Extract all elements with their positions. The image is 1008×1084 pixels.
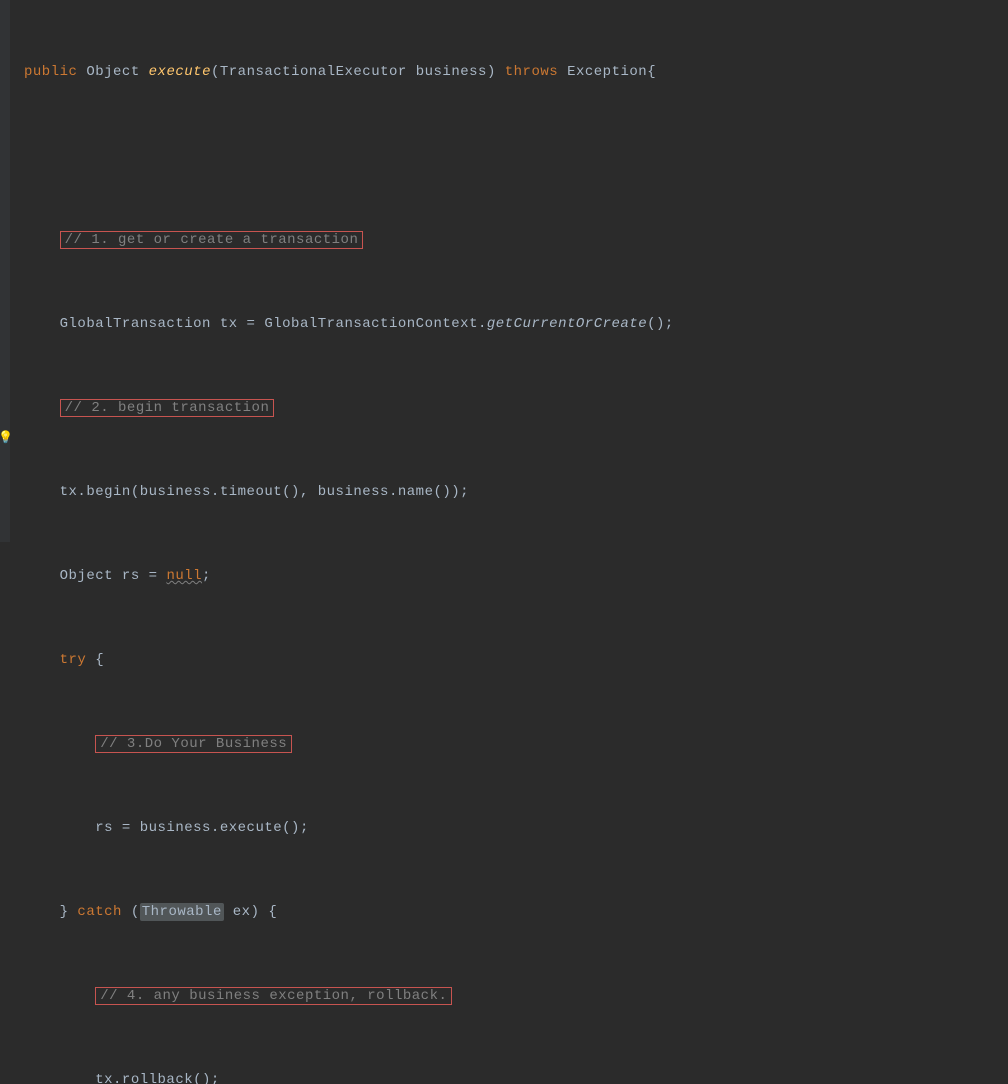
- code-text: rs = business.execute();: [95, 820, 309, 836]
- method-name: execute: [149, 64, 211, 80]
- code-text: ;: [202, 568, 211, 584]
- code-text: ex) {: [224, 904, 277, 920]
- keyword-try: try: [60, 652, 87, 668]
- keyword-null: null: [166, 568, 202, 584]
- code-line: public Object execute(TransactionalExecu…: [24, 58, 1008, 86]
- type-throwable-highlighted: Throwable: [140, 903, 224, 921]
- code-text: }: [60, 904, 78, 920]
- code-line: // 3.Do Your Business: [24, 730, 1008, 758]
- code-line: tx.begin(business.timeout(), business.na…: [24, 478, 1008, 506]
- type-object: Object: [86, 64, 139, 80]
- code-line: rs = business.execute();: [24, 814, 1008, 842]
- code-editor[interactable]: public Object execute ( TransactionalExecu…: [0, 0, 1008, 1084]
- type-exception: Exception: [567, 64, 647, 80]
- param-type: TransactionalExecutor: [220, 64, 407, 80]
- code-text: GlobalTransaction tx = GlobalTransaction…: [60, 316, 487, 332]
- code-line: // 4. any business exception, rollback.: [24, 982, 1008, 1010]
- intention-bulb-icon[interactable]: 💡: [0, 424, 10, 436]
- code-line: Object rs = null;: [24, 562, 1008, 590]
- code-line: try {: [24, 646, 1008, 674]
- code-line-blank: [24, 142, 1008, 170]
- code-line: // 1. get or create a transaction: [24, 226, 1008, 254]
- code-line: GlobalTransaction tx = GlobalTransaction…: [24, 310, 1008, 338]
- code-text: tx.rollback();: [95, 1072, 220, 1084]
- code-text: ();: [647, 316, 674, 332]
- param-name: business: [416, 64, 487, 80]
- editor-gutter: [0, 0, 10, 542]
- code-text: Object rs =: [60, 568, 167, 584]
- code-line: } catch (Throwable ex) {: [24, 898, 1008, 926]
- code-text: tx.begin(business.timeout(), business.na…: [60, 484, 469, 500]
- code-line: tx.rollback();: [24, 1066, 1008, 1084]
- comment-step-2: // 2. begin transaction: [60, 399, 275, 417]
- method-call-italic: getCurrentOrCreate: [487, 316, 647, 332]
- keyword-catch: catch: [77, 904, 122, 920]
- comment-step-1: // 1. get or create a transaction: [60, 231, 364, 249]
- comment-step-4: // 4. any business exception, rollback.: [95, 987, 452, 1005]
- keyword-throws: throws: [505, 64, 558, 80]
- keyword-public: public: [24, 64, 77, 80]
- comment-step-3: // 3.Do Your Business: [95, 735, 292, 753]
- code-line: // 2. begin transaction: [24, 394, 1008, 422]
- code-text: (: [122, 904, 140, 920]
